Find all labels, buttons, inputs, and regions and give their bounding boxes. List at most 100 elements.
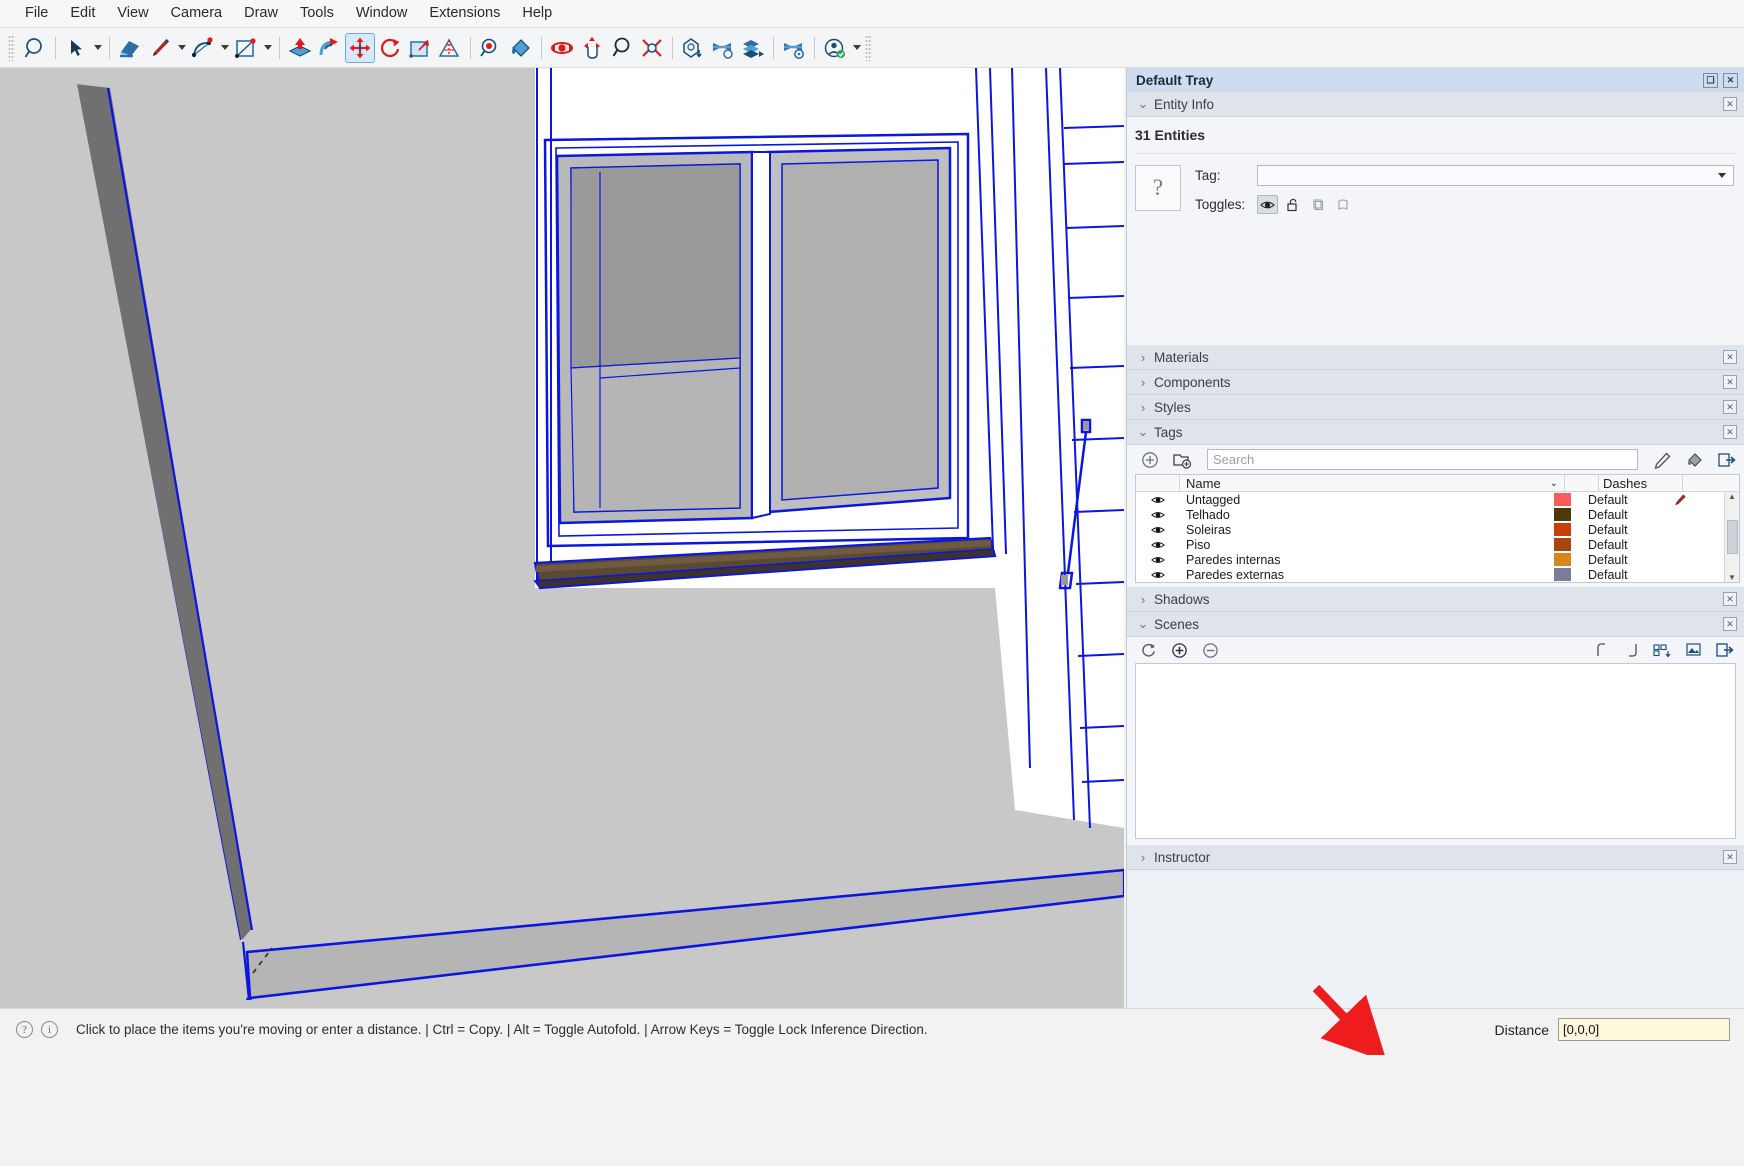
- section-header-materials[interactable]: › Materials ✕: [1127, 345, 1744, 370]
- add-scene-icon[interactable]: [1168, 639, 1190, 661]
- info-icon[interactable]: i: [41, 1021, 58, 1038]
- tag-color-swatch[interactable]: [1550, 568, 1584, 581]
- eye-icon[interactable]: [1136, 525, 1180, 535]
- eye-icon[interactable]: [1136, 540, 1180, 550]
- view-options-icon[interactable]: [1652, 639, 1674, 661]
- scenes-list[interactable]: [1135, 663, 1736, 839]
- menu-item-camera[interactable]: Camera: [160, 2, 234, 25]
- section-header-tags[interactable]: ⌄ Tags ✕: [1127, 420, 1744, 445]
- tag-color-swatch[interactable]: [1550, 538, 1584, 551]
- move-icon[interactable]: [345, 32, 375, 63]
- details-arrow-icon[interactable]: [1714, 639, 1736, 661]
- close-components-icon[interactable]: ✕: [1723, 375, 1737, 389]
- unlock-icon[interactable]: [1282, 195, 1303, 214]
- eye-icon[interactable]: [1136, 570, 1180, 580]
- menu-item-edit[interactable]: Edit: [59, 2, 106, 25]
- solid-tools-icon[interactable]: [779, 33, 809, 63]
- tags-search-input[interactable]: Search: [1207, 449, 1638, 470]
- menu-item-window[interactable]: Window: [345, 2, 419, 25]
- tray-close-button[interactable]: ✕: [1723, 72, 1738, 88]
- select-arrow-icon[interactable]: [61, 33, 91, 63]
- tag-dashes[interactable]: Default: [1584, 538, 1668, 552]
- section-plane-icon[interactable]: [708, 33, 738, 63]
- tag-color-swatch[interactable]: [1550, 553, 1584, 566]
- scale-icon[interactable]: [405, 33, 435, 63]
- close-tags-icon[interactable]: ✕: [1723, 425, 1737, 439]
- position-camera-icon[interactable]: [476, 33, 506, 63]
- layers-icon[interactable]: [738, 33, 768, 63]
- table-row[interactable]: Untagged Default: [1136, 492, 1724, 507]
- toolbar-grip[interactable]: [8, 34, 15, 61]
- column-dashes[interactable]: Dashes: [1599, 475, 1683, 491]
- edit-pencil-icon[interactable]: [1668, 493, 1724, 506]
- orbit-icon[interactable]: [547, 33, 577, 63]
- section-header-instructor[interactable]: › Instructor ✕: [1127, 845, 1744, 870]
- close-scenes-icon[interactable]: ✕: [1723, 617, 1737, 631]
- column-name[interactable]: Name ⌄: [1180, 475, 1565, 491]
- close-shadows-icon[interactable]: ✕: [1723, 592, 1737, 606]
- menu-item-help[interactable]: Help: [511, 2, 563, 25]
- model-viewport[interactable]: [0, 68, 1124, 1008]
- eye-icon[interactable]: [1136, 495, 1180, 505]
- tags-scrollbar[interactable]: ▲ ▼: [1724, 492, 1739, 582]
- remove-scene-icon[interactable]: [1199, 639, 1221, 661]
- menu-item-tools[interactable]: Tools: [289, 2, 345, 25]
- color-by-tag-icon[interactable]: [1684, 449, 1706, 471]
- tag-color-swatch[interactable]: [1550, 493, 1584, 506]
- zoom-icon[interactable]: [607, 33, 637, 63]
- scrollbar-thumb[interactable]: [1726, 520, 1738, 554]
- add-tag-icon[interactable]: [1139, 449, 1161, 471]
- add-folder-icon[interactable]: [1171, 449, 1193, 471]
- follow-me-icon[interactable]: [315, 33, 345, 63]
- tape-measure-icon[interactable]: [435, 33, 465, 63]
- thumbnail-icon[interactable]: [1683, 639, 1705, 661]
- arc-dropdown-caret-icon[interactable]: [218, 33, 231, 63]
- cast-shadows-icon[interactable]: [1307, 195, 1328, 214]
- move-scene-up-icon[interactable]: [1590, 639, 1612, 661]
- tray-float-button[interactable]: ❏: [1703, 72, 1718, 88]
- details-arrow-icon[interactable]: [1716, 449, 1738, 471]
- model-info-icon[interactable]: [678, 33, 708, 63]
- scroll-up-arrow-icon[interactable]: ▲: [1728, 492, 1736, 501]
- menu-item-extensions[interactable]: Extensions: [418, 2, 511, 25]
- help-icon[interactable]: ?: [16, 1021, 33, 1038]
- scroll-down-arrow-icon[interactable]: ▼: [1728, 573, 1736, 582]
- eraser-icon[interactable]: [115, 33, 145, 63]
- section-header-scenes[interactable]: ⌄ Scenes ✕: [1127, 612, 1744, 637]
- refresh-icon[interactable]: [1137, 639, 1159, 661]
- eye-icon[interactable]: [1136, 510, 1180, 520]
- toolbar-grip-end[interactable]: [865, 34, 872, 61]
- dash-edit-icon[interactable]: [1652, 449, 1674, 471]
- rectangle-icon[interactable]: [231, 33, 261, 63]
- table-row[interactable]: Paredes internas Default: [1136, 552, 1724, 567]
- tag-select[interactable]: [1257, 165, 1734, 186]
- eye-icon[interactable]: [1257, 195, 1278, 214]
- tag-dashes[interactable]: Default: [1584, 523, 1668, 537]
- pencil-line-icon[interactable]: [145, 33, 175, 63]
- section-header-styles[interactable]: › Styles ✕: [1127, 395, 1744, 420]
- close-instructor-icon[interactable]: ✕: [1723, 850, 1737, 864]
- tag-dashes[interactable]: Default: [1584, 553, 1668, 567]
- zoom-extents-icon[interactable]: [637, 33, 667, 63]
- user-account-icon[interactable]: [820, 33, 850, 63]
- measurement-value-box[interactable]: [0,0,0]: [1558, 1018, 1730, 1041]
- menu-item-view[interactable]: View: [106, 2, 159, 25]
- menu-item-draw[interactable]: Draw: [233, 2, 289, 25]
- eye-icon[interactable]: [1136, 555, 1180, 565]
- move-scene-down-icon[interactable]: [1621, 639, 1643, 661]
- receive-shadows-icon[interactable]: [1332, 195, 1353, 214]
- close-styles-icon[interactable]: ✕: [1723, 400, 1737, 414]
- line-dropdown-caret-icon[interactable]: [175, 33, 188, 63]
- table-row[interactable]: Telhado Default: [1136, 507, 1724, 522]
- rectangle-dropdown-caret-icon[interactable]: [261, 33, 274, 63]
- table-row[interactable]: Piso Default: [1136, 537, 1724, 552]
- table-row[interactable]: Soleiras Default: [1136, 522, 1724, 537]
- close-entity-info-icon[interactable]: ✕: [1723, 97, 1737, 111]
- rotate-icon[interactable]: [375, 33, 405, 63]
- select-dropdown-caret-icon[interactable]: [91, 33, 104, 63]
- menu-item-file[interactable]: File: [14, 2, 59, 25]
- section-header-entity-info[interactable]: ⌄ Entity Info ✕: [1127, 92, 1744, 117]
- tag-dashes[interactable]: Default: [1584, 493, 1668, 507]
- arc-icon[interactable]: [188, 33, 218, 63]
- tag-color-swatch[interactable]: [1550, 523, 1584, 536]
